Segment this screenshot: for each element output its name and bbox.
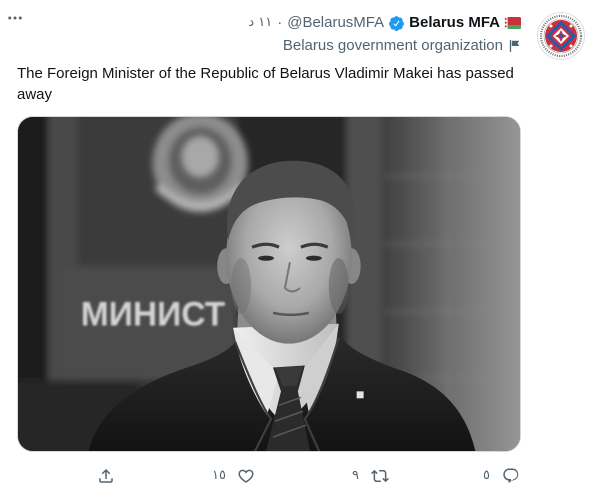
tweet-photo[interactable]: МИНИСТ <box>17 116 521 452</box>
timestamp[interactable]: ١١ د <box>248 12 272 34</box>
government-flag-icon <box>509 40 520 52</box>
share-button[interactable] <box>97 466 115 486</box>
more-button[interactable] <box>6 9 24 27</box>
more-icon <box>8 16 22 20</box>
separator-dot: · <box>277 14 283 31</box>
verified-badge-icon <box>389 15 405 31</box>
affiliation-label[interactable]: Belarus government organization <box>283 35 521 57</box>
belarus-flag-icon <box>504 17 521 29</box>
author-handle[interactable]: @BelarusMFA <box>287 12 384 34</box>
reply-button[interactable]: ٥ <box>483 466 520 486</box>
display-name[interactable]: Belarus MFA <box>409 12 500 34</box>
photo-canvas: МИНИСТ <box>18 117 520 451</box>
retweet-icon <box>371 469 389 483</box>
reply-count: ٥ <box>483 468 490 483</box>
avatar[interactable] <box>537 12 585 60</box>
ministry-seal-avatar <box>537 12 585 60</box>
retweet-button[interactable]: ٩ <box>352 466 389 486</box>
tweet-header: Belarus MFA @BelarusMFA · ١١ د <box>248 12 521 34</box>
retweet-count: ٩ <box>352 468 359 483</box>
share-icon <box>99 468 113 483</box>
affiliation-text: Belarus government organization <box>282 37 503 54</box>
like-count: ١٥ <box>212 468 226 483</box>
like-button[interactable]: ١٥ <box>212 466 255 486</box>
reply-icon <box>503 468 519 484</box>
tweet-text: The Foreign Minister of the Republic of … <box>17 65 514 103</box>
heart-icon <box>238 469 254 483</box>
wall-lettering: МИНИСТ <box>81 296 226 334</box>
